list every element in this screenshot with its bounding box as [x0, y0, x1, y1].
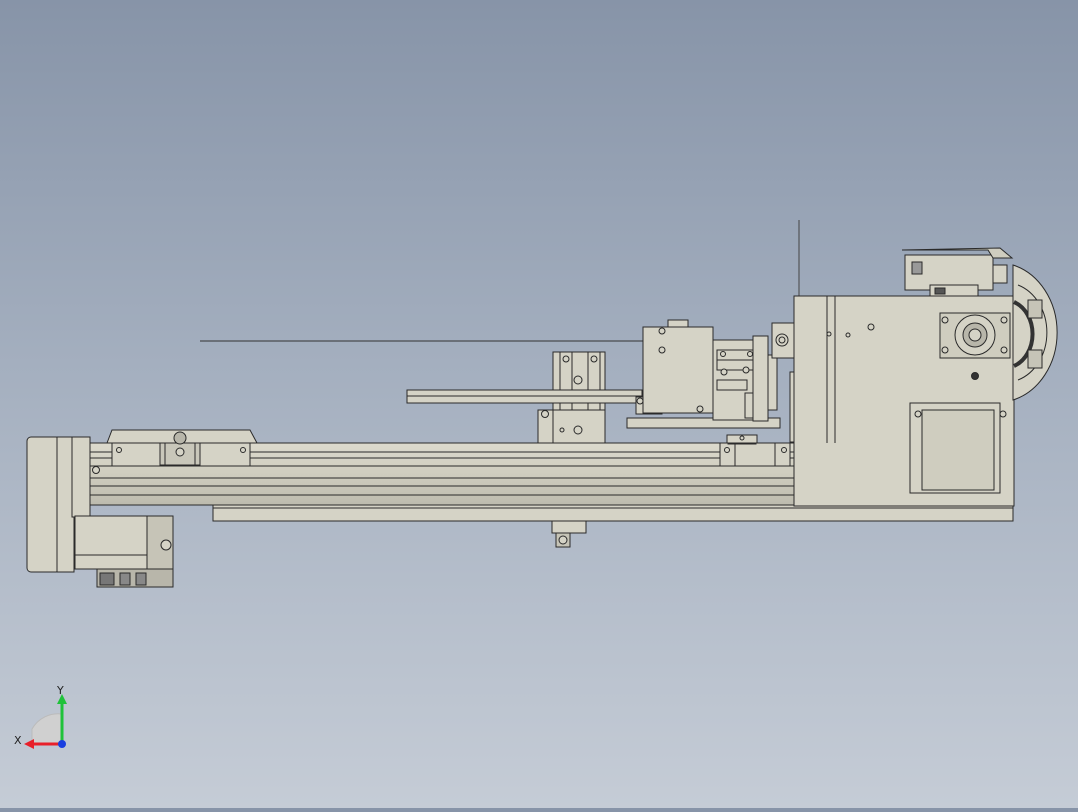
- x-axis-label: X: [14, 734, 22, 747]
- base-plate: [212, 503, 1014, 522]
- cad-viewport[interactable]: [0, 0, 1078, 808]
- spindle-flange: [939, 312, 1011, 359]
- y-axis-label: Y: [56, 684, 64, 697]
- model-drawing[interactable]: [0, 0, 1078, 808]
- orientation-triad: Y X: [14, 684, 67, 749]
- z-axis-dot: [58, 740, 66, 748]
- bottom-fastener: [551, 520, 587, 548]
- wire-reel: [1012, 264, 1058, 401]
- feed-arm: [406, 389, 663, 415]
- triad-quadrant: [31, 713, 63, 745]
- top-housing: [901, 247, 1014, 297]
- x-axis-arrow-head: [24, 739, 34, 749]
- left-carriage: [106, 429, 258, 467]
